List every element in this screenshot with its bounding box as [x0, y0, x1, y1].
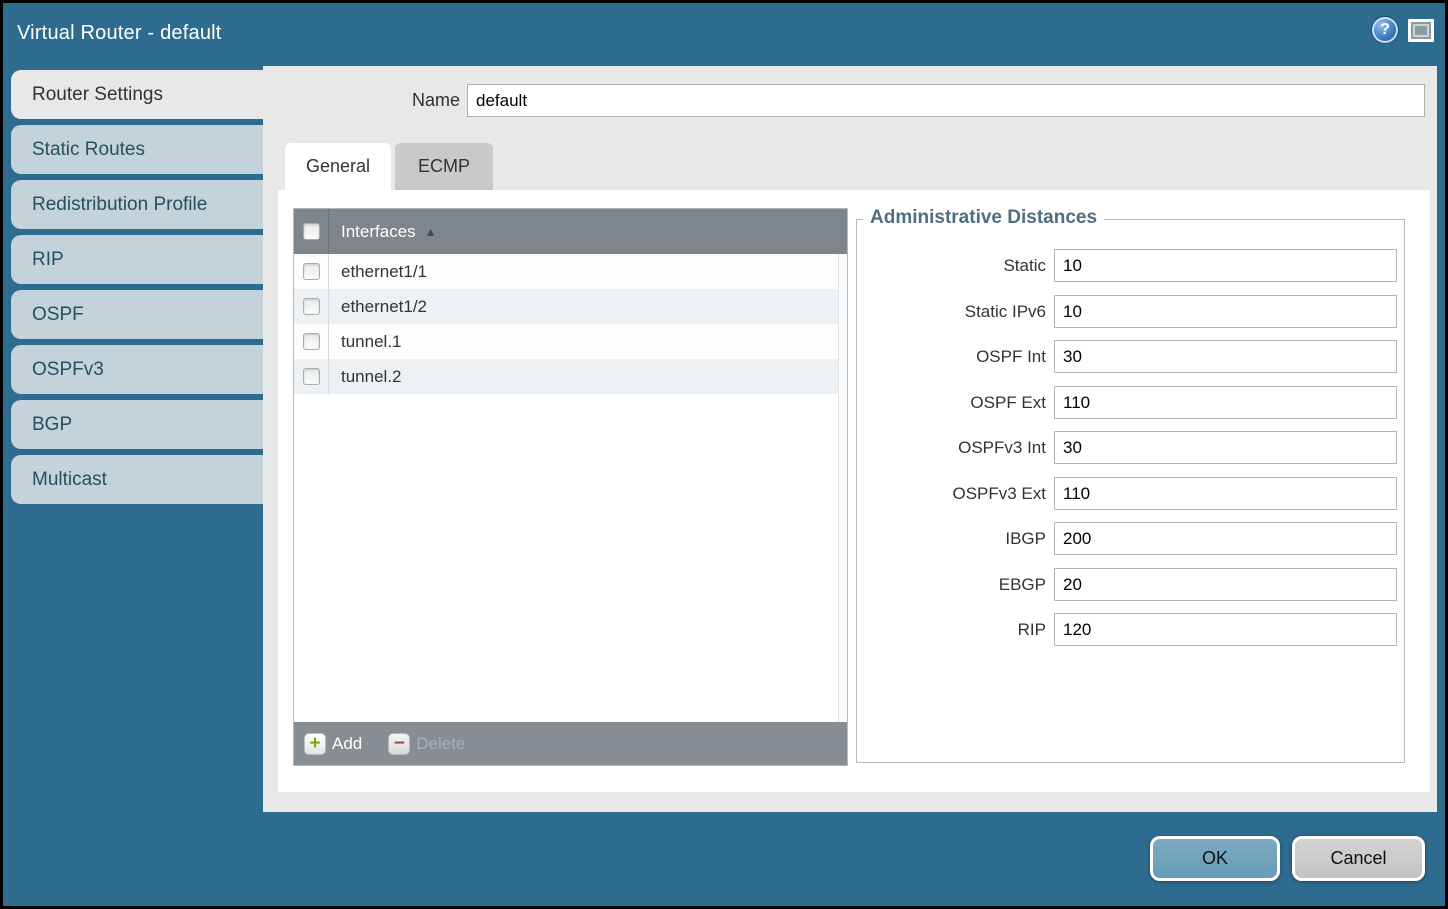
general-tab-panel: Interfaces ▲ ethernet1/1 etherne [278, 190, 1430, 792]
sidebar-item-rip[interactable]: RIP [11, 235, 266, 284]
sidebar-item-bgp[interactable]: BGP [11, 400, 266, 449]
table-footer: + Add − Delete [294, 722, 847, 765]
interfaces-rows: ethernet1/1 ethernet1/2 tunnel.1 [294, 254, 838, 394]
title-bar: Virtual Router - default ? [3, 3, 1445, 66]
interface-row[interactable]: ethernet1/1 [294, 254, 838, 289]
sort-asc-icon: ▲ [425, 225, 437, 239]
static-input[interactable] [1054, 249, 1397, 282]
interfaces-header-label: Interfaces [329, 222, 416, 242]
static-ipv6-input[interactable] [1054, 295, 1397, 328]
name-input[interactable] [467, 84, 1425, 117]
field-label: Static IPv6 [857, 295, 1046, 328]
popout-icon-inner [1413, 24, 1429, 37]
rip-input[interactable] [1054, 613, 1397, 646]
ebgp-input[interactable] [1054, 568, 1397, 601]
ospf-ext-input[interactable] [1054, 386, 1397, 419]
interfaces-table: Interfaces ▲ ethernet1/1 etherne [293, 208, 848, 766]
ospf-int-input[interactable] [1054, 340, 1397, 373]
administrative-distances-fieldset: Administrative Distances Static Static I… [856, 219, 1405, 763]
sidebar-item-ospfv3[interactable]: OSPFv3 [11, 345, 266, 394]
ibgp-input[interactable] [1054, 522, 1397, 555]
field-label: OSPF Ext [857, 386, 1046, 419]
interface-row[interactable]: ethernet1/2 [294, 289, 838, 324]
row-checkbox-cell [294, 359, 329, 394]
row-checkbox[interactable] [303, 333, 320, 350]
help-icon[interactable]: ? [1372, 17, 1398, 43]
field-label: RIP [857, 613, 1046, 646]
interface-name: ethernet1/1 [329, 262, 427, 282]
field-label: Static [857, 249, 1046, 282]
tab-general[interactable]: General [285, 143, 391, 190]
sidebar-item-multicast[interactable]: Multicast [11, 455, 266, 504]
interface-name: tunnel.1 [329, 332, 402, 352]
ospfv3-ext-input[interactable] [1054, 477, 1397, 510]
administrative-distances-legend: Administrative Distances [863, 207, 1104, 229]
field-label: OSPF Int [857, 340, 1046, 373]
interface-name: ethernet1/2 [329, 297, 427, 317]
add-icon[interactable]: + [304, 733, 326, 755]
row-checkbox[interactable] [303, 263, 320, 280]
table-scrollbar[interactable] [838, 254, 847, 722]
row-checkbox-cell [294, 254, 329, 289]
cancel-button[interactable]: Cancel [1292, 836, 1425, 881]
delete-button[interactable]: Delete [416, 734, 465, 754]
interface-name: tunnel.2 [329, 367, 402, 387]
row-checkbox-cell [294, 289, 329, 324]
field-label: EBGP [857, 568, 1046, 601]
row-checkbox[interactable] [303, 298, 320, 315]
ospfv3-int-input[interactable] [1054, 431, 1397, 464]
sidebar-item-redistribution-profile[interactable]: Redistribution Profile [11, 180, 266, 229]
dialog-title: Virtual Router - default [17, 22, 222, 45]
name-label: Name [263, 84, 460, 117]
interface-row[interactable]: tunnel.2 [294, 359, 838, 394]
virtual-router-dialog: Virtual Router - default ? Router Settin… [3, 3, 1445, 906]
field-label: IBGP [857, 522, 1046, 555]
tab-ecmp[interactable]: ECMP [395, 143, 493, 190]
row-checkbox-cell [294, 324, 329, 359]
sidebar-item-router-settings[interactable]: Router Settings [11, 70, 266, 119]
sidebar-item-ospf[interactable]: OSPF [11, 290, 266, 339]
add-button[interactable]: Add [332, 734, 362, 754]
sidebar-item-static-routes[interactable]: Static Routes [11, 125, 266, 174]
interfaces-column-header[interactable]: Interfaces ▲ [294, 209, 847, 254]
interface-row[interactable]: tunnel.1 [294, 324, 838, 359]
content-area: Name General ECMP Interfaces ▲ [263, 66, 1437, 812]
delete-icon[interactable]: − [388, 733, 410, 755]
row-checkbox[interactable] [303, 368, 320, 385]
field-label: OSPFv3 Int [857, 431, 1046, 464]
field-label: OSPFv3 Ext [857, 477, 1046, 510]
popout-icon[interactable] [1408, 19, 1434, 42]
select-all-checkbox[interactable] [303, 223, 320, 240]
header-checkbox-cell [294, 209, 329, 254]
ok-button[interactable]: OK [1150, 836, 1280, 881]
